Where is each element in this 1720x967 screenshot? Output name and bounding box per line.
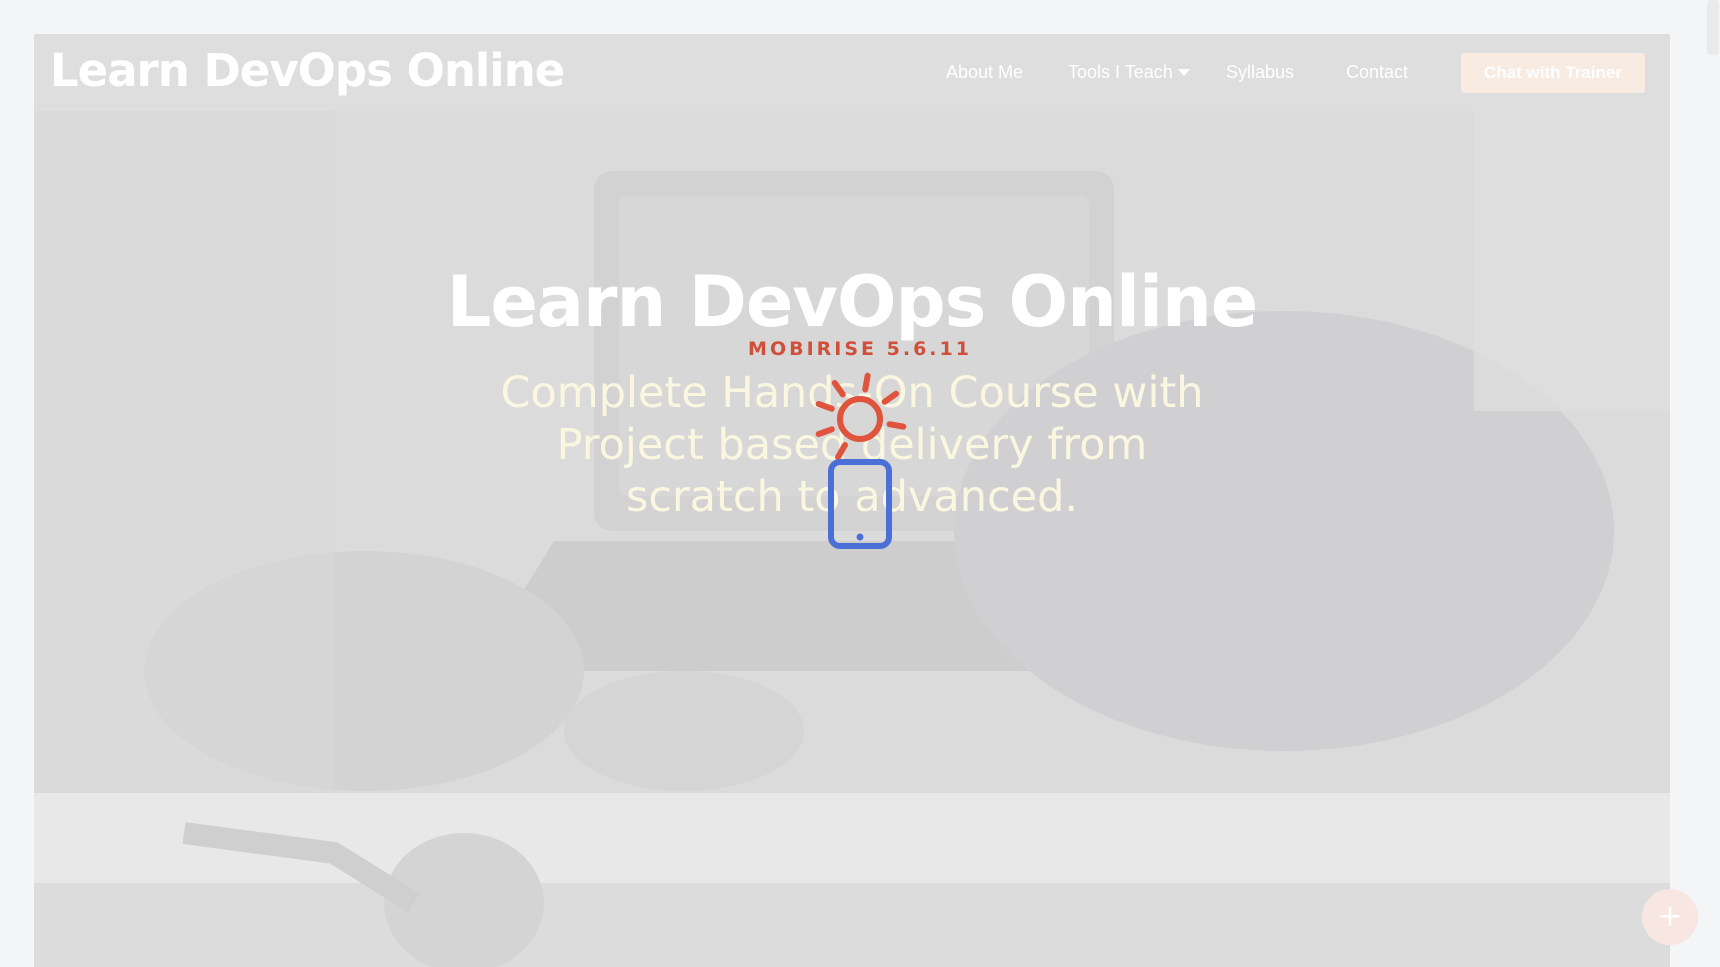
brand-logo-link[interactable]: Learn DevOps Online: [50, 44, 565, 97]
nav-tools-dropdown[interactable]: Tools I Teach: [1068, 62, 1190, 83]
sun-ray: [831, 379, 846, 398]
chat-with-trainer-button[interactable]: Chat with Trainer: [1461, 53, 1645, 93]
nav-tools-label: Tools I Teach: [1068, 62, 1173, 82]
sun-ray: [815, 400, 835, 412]
sun-ray: [815, 426, 835, 438]
nav-contact[interactable]: Contact: [1346, 62, 1408, 83]
hero-title: Learn DevOps Online: [446, 261, 1259, 343]
second-section-image: [34, 793, 1670, 967]
sun-ray: [881, 390, 900, 405]
add-fab-button[interactable]: +: [1642, 889, 1698, 945]
caret-down-icon: [1177, 69, 1190, 76]
loader-version-label: MOBIRISE 5.6.11: [748, 338, 972, 360]
scrollbar-track[interactable]: [1706, 0, 1720, 967]
mobirise-sun-phone-icon: [815, 372, 907, 549]
plus-icon: +: [1657, 899, 1683, 934]
nav-syllabus[interactable]: Syllabus: [1226, 62, 1294, 83]
sun-ray: [862, 372, 871, 393]
sun-ray: [886, 421, 907, 430]
second-section-background: [34, 793, 1670, 967]
sun-ray: [835, 441, 848, 461]
nav-about-me[interactable]: About Me: [946, 62, 1023, 83]
sun-circle: [837, 396, 883, 442]
scrollbar-thumb[interactable]: [1707, 0, 1719, 55]
navbar: Learn DevOps Online About Me Tools I Tea…: [34, 34, 1670, 111]
